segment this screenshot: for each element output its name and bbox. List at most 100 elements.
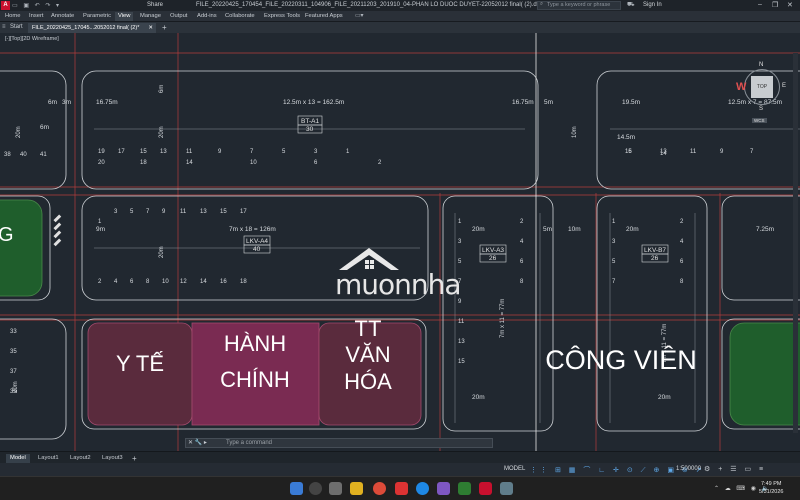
- drawing-canvas[interactable]: 19 17 15 13 11 9 7 5 31 20 18 14 10 6 2 15 13 11 9 7 1…: [0, 33, 800, 451]
- close-tab-icon[interactable]: ✕: [148, 23, 153, 33]
- tab-manage[interactable]: Manage: [137, 12, 164, 21]
- command-input[interactable]: Type a command: [226, 440, 272, 446]
- excel-icon[interactable]: [458, 482, 471, 495]
- tab-express-tools[interactable]: Express Tools: [261, 12, 303, 21]
- svg-text:2: 2: [520, 219, 524, 225]
- autocad-window: A ▭ ▣ ↶ ↷ ▾ Share FILE_20220425_170454_F…: [0, 0, 800, 500]
- menu-icon[interactable]: ≡: [2, 24, 6, 30]
- label-chinh: CHÍNH: [220, 367, 290, 392]
- svg-text:5: 5: [612, 259, 616, 265]
- dim-mid-left: 7m x 18 = 126m: [229, 226, 276, 233]
- wcs-menu[interactable]: WCS: [752, 118, 767, 123]
- svg-text:16: 16: [220, 279, 227, 285]
- dim-9m: 9m: [96, 226, 105, 233]
- svg-text:3: 3: [612, 239, 616, 245]
- svg-text:1: 1: [458, 219, 462, 225]
- tab-model[interactable]: Model: [6, 454, 30, 463]
- minimize-button[interactable]: –: [758, 1, 762, 8]
- svg-text:15: 15: [458, 359, 465, 365]
- tab-layout2[interactable]: Layout2: [66, 454, 95, 463]
- label-g: G: [0, 224, 14, 246]
- svg-text:16: 16: [625, 149, 632, 155]
- svg-text:3: 3: [314, 149, 318, 155]
- ribbon-tabs: Home Insert Annotate Parametric View Man…: [0, 11, 800, 22]
- viewcube-top-face[interactable]: TOP: [751, 76, 773, 98]
- tab-collaborate[interactable]: Collaborate: [222, 12, 258, 21]
- clock-time: 7:49 PM: [760, 481, 782, 487]
- drawing-file-label: FILE_20220425_17045...2052012 final( (2)…: [32, 25, 140, 31]
- tab-annotate[interactable]: Annotate: [48, 12, 77, 21]
- tab-view[interactable]: View: [115, 12, 134, 21]
- taskbar-clock[interactable]: 7:49 PM 5/31/2026: [759, 480, 783, 496]
- autocad-logo-icon[interactable]: A: [1, 1, 10, 10]
- svg-text:40: 40: [20, 152, 27, 158]
- dim-20m-left2: 20m: [13, 381, 19, 393]
- compass-e: E: [782, 83, 787, 89]
- viewport-controls-label[interactable]: [-][Top][2D Wireframe]: [5, 36, 59, 42]
- workspace-icons[interactable]: ⚙ + ☰ ▭ ≡: [704, 465, 766, 473]
- svg-text:5: 5: [130, 209, 134, 215]
- quick-access-toolbar[interactable]: ▭ ▣ ↶ ↷ ▾: [12, 2, 61, 9]
- model-space-button[interactable]: MODEL: [504, 466, 525, 472]
- tab-drawing-file[interactable]: FILE_20220425_17045...2052012 final( (2)…: [28, 23, 156, 33]
- svg-text:4: 4: [520, 239, 524, 245]
- svg-text:6: 6: [314, 160, 318, 166]
- dim-20m-left: 20m: [16, 126, 22, 138]
- svg-text:15: 15: [220, 209, 227, 215]
- dim-6m-road: 6m: [159, 85, 165, 93]
- file-explorer-icon[interactable]: [350, 482, 363, 495]
- maximize-button[interactable]: ❐: [772, 1, 778, 9]
- add-layout-button[interactable]: +: [128, 454, 141, 463]
- vertical-scrollbar[interactable]: [793, 53, 798, 433]
- svg-text:15: 15: [140, 149, 147, 155]
- app-icon[interactable]: [437, 482, 450, 495]
- command-line-buttons[interactable]: ✕ 🔧 ▸: [188, 439, 207, 447]
- park-right: [729, 322, 800, 426]
- search-input[interactable]: Type a keyword or phrase: [537, 1, 621, 10]
- search-icon[interactable]: [309, 482, 322, 495]
- windows-start-icon[interactable]: [290, 482, 303, 495]
- svg-text:5: 5: [282, 149, 286, 155]
- new-tab-button[interactable]: +: [162, 23, 167, 32]
- dim-20m-road: 20m: [159, 126, 165, 138]
- close-button[interactable]: ✕: [787, 1, 793, 9]
- chrome-icon[interactable]: [373, 482, 386, 495]
- tab-start[interactable]: Start: [10, 24, 23, 30]
- tag-lkv-a4: LKV-A4: [246, 238, 268, 245]
- tab-featured-apps[interactable]: Featured Apps: [302, 12, 346, 21]
- svg-text:11: 11: [690, 149, 697, 155]
- drawing-svg[interactable]: 19 17 15 13 11 9 7 5 31 20 18 14 10 6 2 15 13 11 9 7 1…: [0, 33, 800, 451]
- dim-10m: 10m: [568, 226, 581, 233]
- label-van: VĂN: [345, 342, 390, 367]
- autocad-taskbar-icon[interactable]: [479, 482, 492, 495]
- command-line[interactable]: ✕ 🔧 ▸ Type a command: [185, 438, 493, 448]
- tab-insert[interactable]: Insert: [26, 12, 47, 21]
- status-bar: MODEL ⋮⋮ ⊞ ▦ ⌒ ∟ ✛ ⊙ ⟋ ⊕ ▣ ⊚ ↗ 1:500000 …: [0, 463, 800, 476]
- watermark-text: muonnha: [335, 268, 462, 301]
- dim-20m-c: 20m: [472, 394, 485, 401]
- tab-output[interactable]: Output: [167, 12, 190, 21]
- share-button[interactable]: Share: [147, 2, 163, 8]
- viewcube[interactable]: TOP N S W E WCS: [736, 62, 787, 123]
- ribbon-toggle-icon[interactable]: ▭▾: [352, 12, 366, 21]
- dim-5m-mid: 5m: [543, 226, 552, 233]
- dim-1675a: 16.75m: [96, 99, 118, 106]
- annotation-scale[interactable]: 1:500000: [676, 466, 701, 472]
- tab-parametric[interactable]: Parametric: [80, 12, 114, 21]
- tab-home[interactable]: Home: [2, 12, 23, 21]
- edge-icon[interactable]: [416, 482, 429, 495]
- tab-add-ins[interactable]: Add-ins: [194, 12, 220, 21]
- dim-20m-road2: 20m: [159, 246, 165, 258]
- sign-in-button[interactable]: Sign In: [643, 2, 662, 8]
- svg-text:9: 9: [720, 149, 724, 155]
- tab-layout1[interactable]: Layout1: [34, 454, 63, 463]
- task-view-icon[interactable]: [329, 482, 342, 495]
- park-left: [0, 199, 43, 297]
- label-cong-vien: CÔNG VIÊN: [545, 344, 697, 375]
- app-icon-2[interactable]: [500, 482, 513, 495]
- dim-725: 7.25m: [756, 226, 774, 233]
- label-hanh: HÀNH: [224, 331, 286, 356]
- cart-icon[interactable]: ⛟: [627, 1, 635, 9]
- tab-layout3[interactable]: Layout3: [98, 454, 127, 463]
- youtube-icon[interactable]: [395, 482, 408, 495]
